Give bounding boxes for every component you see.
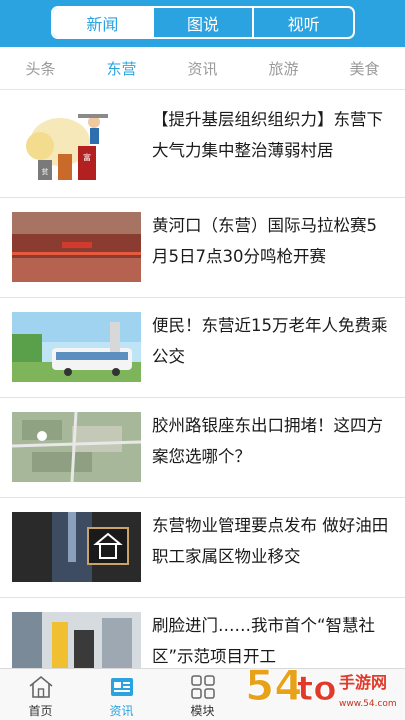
news-thumbnail: 富 贫 — [12, 102, 141, 186]
news-list: 富 贫 【提升基层组织组织力】东营下大气力集中整治薄弱村居 黄河口（东营）国际马… — [0, 90, 405, 668]
news-thumbnail — [12, 212, 141, 282]
news-title: 东营物业管理要点发布 做好油田职工家属区物业移交 — [152, 516, 389, 566]
news-icon — [108, 674, 136, 700]
tab-headlines[interactable]: 头条 — [0, 58, 81, 79]
segment-pictures[interactable]: 图说 — [154, 8, 255, 37]
category-tabs: 头条 东营 资讯 旅游 美食 — [0, 47, 405, 90]
tab-dongying[interactable]: 东营 — [81, 58, 162, 79]
svg-text:贫: 贫 — [42, 167, 49, 176]
section-segmented-control: 新闻 图说 视听 — [51, 6, 355, 39]
svg-text:手游网: 手游网 — [339, 673, 387, 692]
news-title: 黄河口（东营）国际马拉松赛5月5日7点30分鸣枪开赛 — [152, 216, 377, 266]
tab-modules-label: 模块 — [190, 704, 215, 718]
tab-food[interactable]: 美食 — [324, 58, 405, 79]
news-thumbnail — [12, 312, 141, 382]
tab-info[interactable]: 资讯 — [162, 58, 243, 79]
tab-news-label: 资讯 — [109, 704, 134, 718]
news-title: 便民！东营近15万老年人免费乘公交 — [152, 316, 388, 366]
news-thumbnail — [12, 412, 141, 482]
tab-travel[interactable]: 旅游 — [243, 58, 324, 79]
tab-news[interactable]: 资讯 — [81, 669, 162, 720]
news-title: 胶州路银座东出口拥堵！这四方案您选哪个？ — [152, 416, 383, 466]
watermark-logo: 54 to 手游网 www.54.com — [241, 656, 401, 718]
news-title: 【提升基层组织组织力】东营下大气力集中整治薄弱村居 — [152, 110, 383, 160]
svg-text:www.54.com: www.54.com — [339, 699, 397, 709]
news-item[interactable]: 黄河口（东营）国际马拉松赛5月5日7点30分鸣枪开赛 — [0, 198, 405, 298]
tab-home-label: 首页 — [28, 704, 53, 718]
news-thumbnail — [12, 612, 141, 668]
news-item[interactable]: 便民！东营近15万老年人免费乘公交 — [0, 298, 405, 398]
news-item[interactable]: 胶州路银座东出口拥堵！这四方案您选哪个？ — [0, 398, 405, 498]
svg-text:to: to — [297, 669, 337, 709]
tab-modules[interactable]: 模块 — [162, 669, 243, 720]
news-item[interactable]: 富 贫 【提升基层组织组织力】东营下大气力集中整治薄弱村居 — [0, 90, 405, 198]
segment-news[interactable]: 新闻 — [53, 8, 154, 37]
grid-icon — [189, 674, 217, 700]
home-icon — [27, 674, 55, 700]
news-thumbnail — [12, 512, 141, 582]
segment-video[interactable]: 视听 — [254, 8, 353, 37]
svg-text:54: 54 — [245, 661, 303, 710]
tab-home[interactable]: 首页 — [0, 669, 81, 720]
top-header: 新闻 图说 视听 — [0, 0, 405, 47]
svg-text:富: 富 — [83, 152, 91, 162]
news-item[interactable]: 东营物业管理要点发布 做好油田职工家属区物业移交 — [0, 498, 405, 598]
